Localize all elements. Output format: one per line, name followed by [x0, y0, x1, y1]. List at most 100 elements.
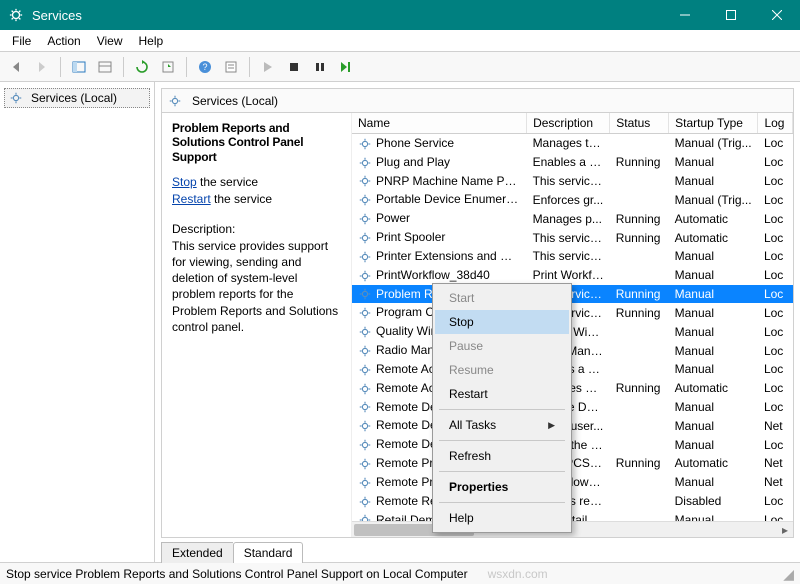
app-icon: [8, 7, 24, 23]
tree-item-label: Services (Local): [31, 91, 117, 105]
table-row[interactable]: Remote Desktop Configurat...Remote Des..…: [352, 398, 793, 417]
col-startup[interactable]: Startup Type: [669, 113, 758, 134]
stop-suffix: the service: [197, 175, 258, 189]
properties-button[interactable]: [219, 55, 243, 79]
gear-icon: [358, 306, 372, 320]
tab-standard[interactable]: Standard: [233, 542, 304, 563]
back-button[interactable]: [4, 55, 28, 79]
col-logon[interactable]: Log: [758, 113, 793, 134]
titlebar[interactable]: Services: [0, 0, 800, 30]
maximize-button[interactable]: [708, 0, 754, 30]
body: Services (Local) Services (Local) Proble…: [0, 82, 800, 562]
view-tabs: Extended Standard: [155, 538, 800, 562]
details-pane-button[interactable]: [93, 55, 117, 79]
submenu-arrow-icon: ▶: [548, 420, 555, 431]
table-row[interactable]: Radio Management ServiceRadio Mana...Man…: [352, 341, 793, 360]
menu-help[interactable]: Help: [131, 32, 172, 50]
gear-icon: [358, 400, 372, 414]
stop-link[interactable]: Stop: [172, 175, 197, 189]
gear-icon: [358, 156, 372, 170]
ctx-separator: [439, 502, 565, 503]
gear-icon: [358, 231, 372, 245]
close-button[interactable]: [754, 0, 800, 30]
ctx-resume: Resume: [435, 358, 569, 382]
col-status[interactable]: Status: [610, 113, 669, 134]
table-row[interactable]: Print SpoolerThis service ...RunningAuto…: [352, 228, 793, 247]
ctx-properties[interactable]: Properties: [435, 475, 569, 499]
table-row[interactable]: Printer Extensions and Notif...This serv…: [352, 247, 793, 266]
scroll-right-icon[interactable]: ▸: [777, 522, 793, 537]
gear-icon: [358, 250, 372, 264]
restart-service-button[interactable]: [334, 55, 358, 79]
table-row[interactable]: Program Compatibility Assi...This servic…: [352, 303, 793, 322]
gear-icon: [358, 363, 372, 377]
menu-view[interactable]: View: [89, 32, 131, 50]
ctx-start: Start: [435, 286, 569, 310]
menu-file[interactable]: File: [4, 32, 39, 50]
restart-link[interactable]: Restart: [172, 192, 211, 206]
restart-suffix: the service: [211, 192, 272, 206]
toolbar-separator: [186, 57, 187, 77]
resize-grip-icon[interactable]: ◢: [783, 566, 794, 584]
ctx-separator: [439, 409, 565, 410]
gear-icon: [358, 344, 372, 358]
toolbar-separator: [123, 57, 124, 77]
forward-button[interactable]: [30, 55, 54, 79]
description-text: This service provides support for viewin…: [172, 238, 341, 335]
horizontal-scrollbar[interactable]: ◂ ▸: [352, 521, 793, 537]
details-header-title: Services (Local): [192, 94, 278, 108]
ctx-separator: [439, 471, 565, 472]
gear-icon: [358, 287, 372, 301]
col-name[interactable]: Name: [352, 113, 527, 134]
ctx-restart[interactable]: Restart: [435, 382, 569, 406]
statusbar: Stop service Problem Reports and Solutio…: [0, 562, 800, 584]
tree-item-services-local[interactable]: Services (Local): [4, 88, 150, 108]
toolbar-separator: [60, 57, 61, 77]
table-row[interactable]: Remote Desktop Services U...Allows the r…: [352, 435, 793, 454]
gear-icon: [358, 269, 372, 283]
status-text: Stop service Problem Reports and Solutio…: [6, 567, 468, 581]
table-row[interactable]: Remote RegistryEnables rem...DisabledLoc: [352, 492, 793, 511]
table-row[interactable]: Remote Desktop ServicesAllows user...Man…: [352, 416, 793, 435]
gear-icon: [358, 174, 372, 188]
table-row[interactable]: Phone ServiceManages th...Manual (Trig..…: [352, 134, 793, 153]
toolbar-separator: [249, 57, 250, 77]
export-list-button[interactable]: [156, 55, 180, 79]
ctx-all-tasks[interactable]: All Tasks▶: [435, 413, 569, 437]
table-row[interactable]: Remote Procedure Call (RP...The RPCSS ..…: [352, 454, 793, 473]
ctx-refresh[interactable]: Refresh: [435, 444, 569, 468]
ctx-separator: [439, 440, 565, 441]
table-row[interactable]: Plug and PlayEnables a c...RunningManual…: [352, 153, 793, 172]
refresh-button[interactable]: [130, 55, 154, 79]
start-service-button[interactable]: [256, 55, 280, 79]
ctx-stop[interactable]: Stop: [435, 310, 569, 334]
table-row[interactable]: Remote Procedure Call (RP...In Windows..…: [352, 473, 793, 492]
gear-icon: [168, 94, 182, 108]
table-row[interactable]: PrintWorkflow_38d40Print Workfl...Manual…: [352, 266, 793, 285]
table-row[interactable]: PowerManages p...RunningAutomaticLoc: [352, 209, 793, 228]
ctx-help[interactable]: Help: [435, 506, 569, 530]
context-menu: Start Stop Pause Resume Restart All Task…: [432, 283, 572, 533]
show-hide-tree-button[interactable]: [67, 55, 91, 79]
table-row[interactable]: PNRP Machine Name Publi...This service .…: [352, 172, 793, 191]
gear-icon: [358, 212, 372, 226]
table-row[interactable]: Quality Windows Audio Vid...Quality Win.…: [352, 322, 793, 341]
table-row[interactable]: Remote Access Connection...Manages di...…: [352, 379, 793, 398]
services-list[interactable]: Name Description Status Startup Type Log…: [352, 113, 793, 537]
table-row[interactable]: Portable Device Enumerator...Enforces gr…: [352, 190, 793, 209]
console-tree: Services (Local): [0, 82, 155, 562]
details-pane: Services (Local) Problem Reports and Sol…: [161, 88, 794, 538]
menu-action[interactable]: Action: [39, 32, 88, 50]
gear-icon: [358, 325, 372, 339]
stop-service-button[interactable]: [282, 55, 306, 79]
description-panel: Problem Reports and Solutions Control Pa…: [162, 113, 352, 537]
details-header: Services (Local): [162, 89, 793, 113]
minimize-button[interactable]: [662, 0, 708, 30]
table-row[interactable]: Remote Access Auto Conne...Creates a co.…: [352, 360, 793, 379]
pause-service-button[interactable]: [308, 55, 332, 79]
help-button[interactable]: ?: [193, 55, 217, 79]
table-row[interactable]: Problem Reports and Soluti...This servic…: [352, 285, 793, 304]
col-description[interactable]: Description: [527, 113, 610, 134]
tab-extended[interactable]: Extended: [161, 542, 233, 563]
toolbar: ?: [0, 52, 800, 82]
